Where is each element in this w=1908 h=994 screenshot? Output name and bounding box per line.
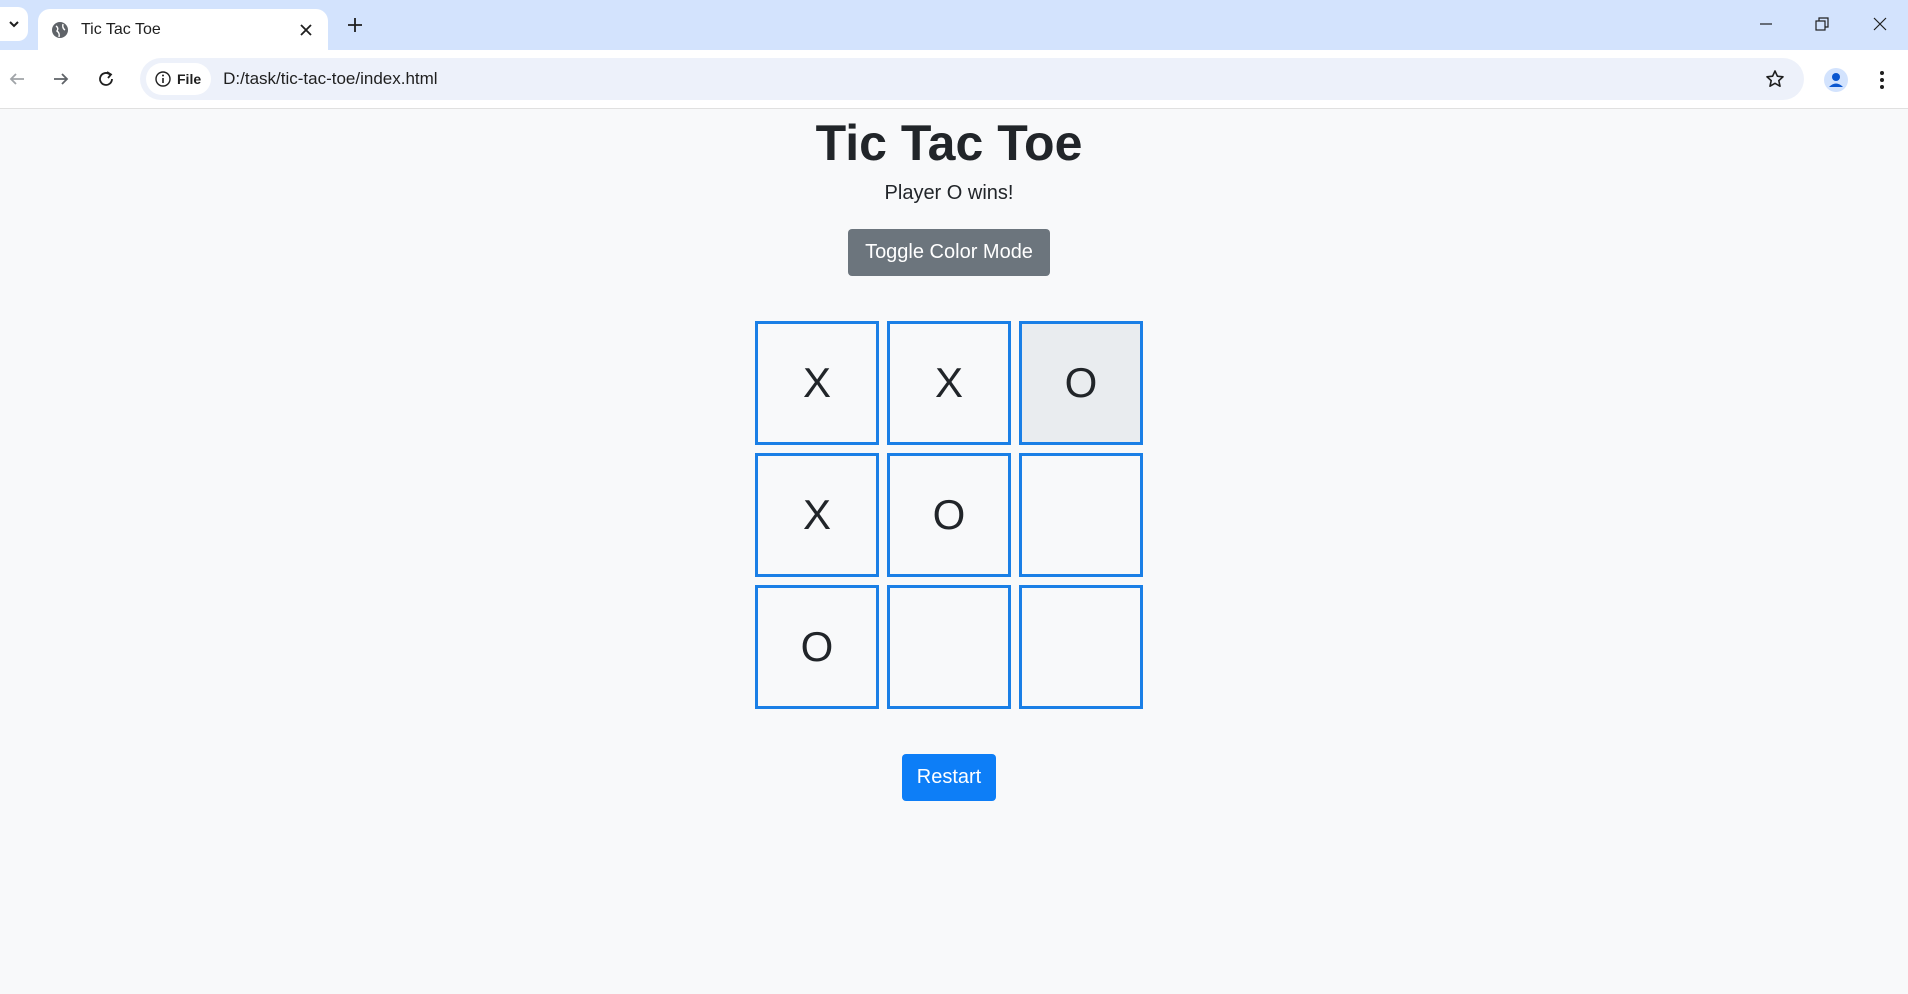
board-cell[interactable]: X bbox=[887, 321, 1011, 445]
page-title: Tic Tac Toe bbox=[815, 115, 1083, 171]
reload-button[interactable] bbox=[89, 62, 123, 96]
toggle-color-mode-button[interactable]: Toggle Color Mode bbox=[848, 229, 1050, 276]
board-cell[interactable]: O bbox=[755, 585, 879, 709]
minimize-button[interactable] bbox=[1744, 8, 1788, 40]
board-cell[interactable]: O bbox=[887, 453, 1011, 577]
tab-search-button[interactable] bbox=[0, 7, 28, 41]
plus-icon bbox=[348, 18, 362, 32]
globe-icon bbox=[51, 21, 69, 39]
board-cell[interactable] bbox=[1019, 453, 1143, 577]
browser-tab[interactable]: Tic Tac Toe bbox=[38, 9, 328, 50]
board-cell[interactable] bbox=[887, 585, 1011, 709]
restore-icon bbox=[1815, 17, 1829, 31]
profile-button[interactable] bbox=[1820, 64, 1852, 96]
game-board: X X O X O O bbox=[755, 321, 1143, 709]
site-info-label: File bbox=[177, 71, 202, 87]
new-tab-button[interactable] bbox=[340, 10, 370, 40]
close-icon bbox=[1873, 17, 1887, 31]
site-info-chip[interactable]: File bbox=[146, 63, 212, 95]
address-bar[interactable]: File D:/task/tic-tac-toe/index.html bbox=[140, 58, 1804, 100]
board-cell[interactable]: X bbox=[755, 453, 879, 577]
url-text[interactable]: D:/task/tic-tac-toe/index.html bbox=[223, 69, 437, 89]
board-cell[interactable]: O bbox=[1019, 321, 1143, 445]
menu-button[interactable] bbox=[1868, 64, 1896, 96]
person-icon bbox=[1824, 68, 1848, 92]
board-cell[interactable] bbox=[1019, 585, 1143, 709]
close-tab-icon[interactable] bbox=[292, 16, 320, 44]
browser-toolbar: File D:/task/tic-tac-toe/index.html bbox=[0, 50, 1908, 109]
board-cell[interactable]: X bbox=[755, 321, 879, 445]
arrow-left-icon bbox=[9, 73, 24, 85]
back-button[interactable] bbox=[0, 62, 34, 96]
arrow-right-icon bbox=[54, 73, 69, 85]
bookmark-star-icon[interactable] bbox=[1762, 66, 1788, 92]
forward-button[interactable] bbox=[44, 62, 78, 96]
restore-button[interactable] bbox=[1800, 8, 1844, 40]
restart-button[interactable]: Restart bbox=[902, 754, 996, 801]
close-window-button[interactable] bbox=[1858, 8, 1902, 40]
info-icon bbox=[155, 71, 171, 87]
reload-icon bbox=[99, 71, 113, 86]
tab-strip: Tic Tac Toe bbox=[0, 0, 1908, 50]
page-content: Tic Tac Toe Player O wins! Toggle Color … bbox=[0, 109, 1908, 994]
chevron-down-icon bbox=[9, 21, 19, 28]
minimize-icon bbox=[1760, 23, 1772, 25]
tab-title: Tic Tac Toe bbox=[81, 20, 161, 38]
game-status: Player O wins! bbox=[884, 182, 1014, 204]
more-vert-icon bbox=[1880, 71, 1884, 89]
